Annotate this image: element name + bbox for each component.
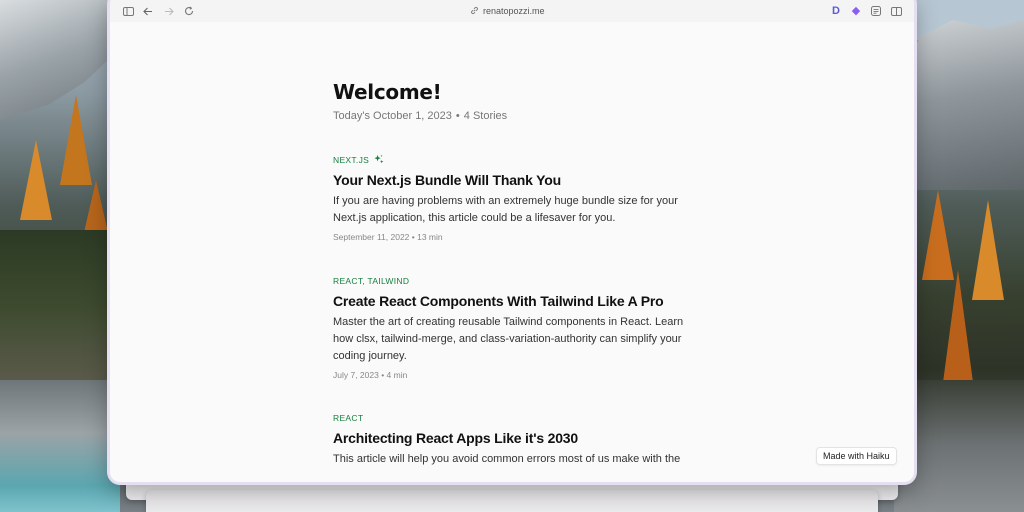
post-title[interactable]: Create React Components With Tailwind Li… bbox=[333, 293, 703, 309]
sparkle-icon bbox=[373, 154, 384, 167]
browser-window: renatopozzi.me D ◆ Welcome! Today's Octo… bbox=[110, 0, 914, 482]
post-tag: REACT bbox=[333, 413, 364, 423]
post-excerpt: This article will help you avoid common … bbox=[333, 453, 681, 465]
post-item[interactable]: REACT, TAILWIND Create React Components … bbox=[333, 275, 703, 380]
date-text: Today's October 1, 2023 bbox=[333, 110, 452, 122]
split-view-icon[interactable] bbox=[888, 3, 904, 19]
forward-arrow-icon[interactable] bbox=[161, 3, 177, 19]
page-title: Welcome! bbox=[333, 80, 442, 104]
post-excerpt: If you are having problems with an extre… bbox=[333, 195, 678, 224]
page-meta: Today's October 1, 2023 • 4 Stories bbox=[333, 110, 508, 122]
post-tag: NEXT.JS bbox=[333, 154, 703, 166]
back-arrow-icon[interactable] bbox=[140, 3, 156, 19]
url-text: renatopozzi.me bbox=[483, 6, 545, 16]
reader-view-icon[interactable] bbox=[868, 3, 884, 19]
post-item[interactable]: NEXT.JS Your Next.js Bundle Will Thank Y… bbox=[333, 154, 703, 242]
reload-icon[interactable] bbox=[181, 3, 197, 19]
extension-gem-icon[interactable]: ◆ bbox=[848, 3, 864, 19]
made-with-haiku-badge[interactable]: Made with Haiku bbox=[816, 447, 897, 465]
post-excerpt: Master the art of creating reusable Tail… bbox=[333, 316, 684, 362]
browser-toolbar: renatopozzi.me D ◆ bbox=[110, 0, 914, 22]
background-window bbox=[146, 490, 878, 512]
stories-count: 4 Stories bbox=[463, 110, 508, 122]
link-icon bbox=[470, 6, 479, 17]
address-bar[interactable]: renatopozzi.me bbox=[470, 3, 545, 19]
post-title[interactable]: Your Next.js Bundle Will Thank You bbox=[333, 172, 703, 188]
page-content: Welcome! Today's October 1, 2023 • 4 Stori… bbox=[333, 80, 703, 465]
post-meta: July 7, 2023 • 4 min bbox=[333, 370, 408, 380]
post-meta: September 11, 2022 • 13 min bbox=[333, 232, 443, 242]
extension-d-icon[interactable]: D bbox=[828, 3, 844, 19]
post-item[interactable]: REACT Architecting React Apps Like it's … bbox=[333, 412, 703, 468]
post-tag: REACT, TAILWIND bbox=[333, 276, 410, 286]
post-title[interactable]: Architecting React Apps Like it's 2030 bbox=[333, 430, 703, 446]
sidebar-toggle-icon[interactable] bbox=[120, 3, 136, 19]
